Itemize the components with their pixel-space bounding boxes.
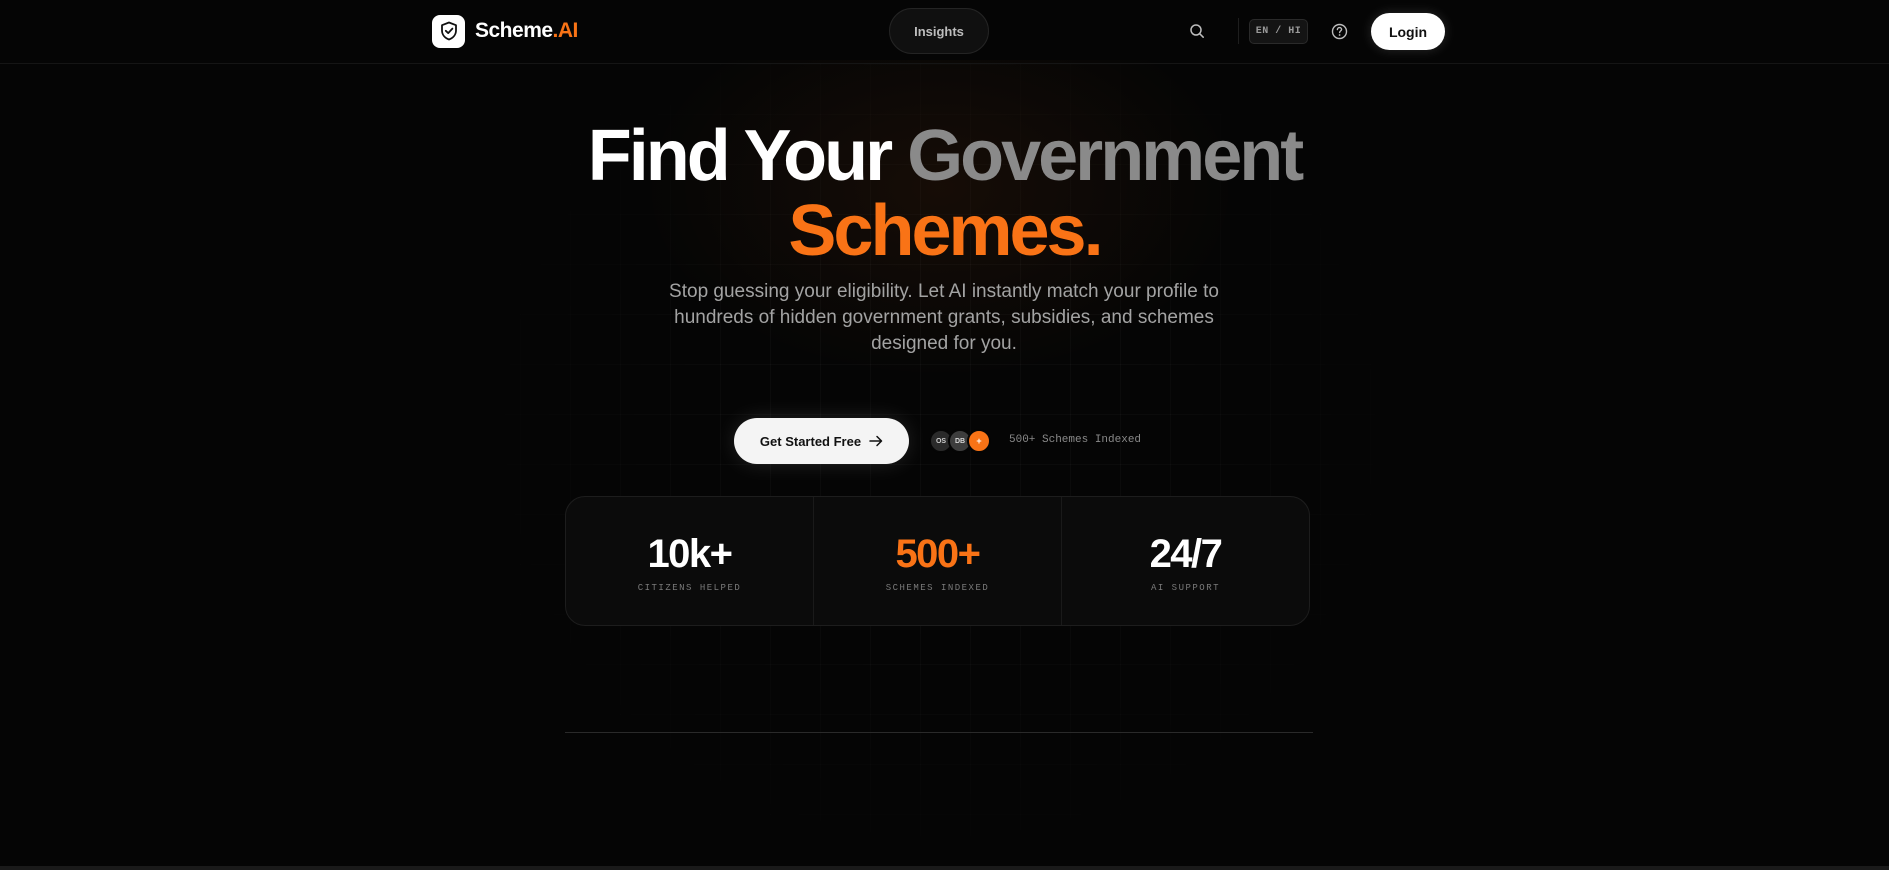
hero-subtitle: Stop guessing your eligibility. Let AI i… — [669, 281, 1219, 354]
stat-value: 10k+ — [647, 532, 733, 576]
schemes-indexed-label: 500+ Schemes Indexed — [1009, 434, 1142, 446]
search-icon — [1190, 24, 1204, 38]
hero-title-part1: Find Your — [587, 116, 908, 196]
avatar-more: + — [967, 429, 991, 453]
section-divider — [565, 732, 1313, 733]
stat-label: AI SUPPORT — [1150, 583, 1220, 593]
arrow-right-icon — [869, 435, 883, 447]
hero-title-part2: Government — [907, 116, 1304, 196]
get-started-label: Get Started Free — [759, 433, 862, 449]
help-circle-icon — [1331, 23, 1347, 39]
get-started-button[interactable]: Get Started Free — [734, 418, 909, 464]
help-button[interactable] — [1328, 20, 1350, 42]
brand-logo[interactable]: Scheme.AI — [432, 14, 578, 48]
brand-name-main: Scheme — [475, 19, 553, 42]
brand-name-suffix: .AI — [552, 19, 579, 42]
nav-insights[interactable]: Insights — [889, 8, 989, 54]
search-button[interactable] — [1186, 20, 1208, 42]
page-bottom-edge — [0, 866, 1889, 870]
page: Scheme.AI Insights EN / HI Login Find Yo… — [0, 0, 1889, 870]
stat-value: 24/7 — [1149, 532, 1223, 576]
hero-title: Find Your Government — [0, 116, 1889, 196]
login-button[interactable]: Login — [1371, 13, 1445, 50]
brand-name: Scheme.AI — [475, 19, 578, 43]
top-navbar: Scheme.AI Insights EN / HI Login — [0, 0, 1889, 64]
stat-ai-support: 24/7 AI SUPPORT — [1061, 497, 1309, 625]
shield-check-icon — [432, 14, 465, 48]
stats-card: 10k+ CITIZENS HELPED 500+ SCHEMES INDEXE… — [565, 496, 1310, 626]
stat-label: CITIZENS HELPED — [637, 583, 742, 593]
stat-citizens-helped: 10k+ CITIZENS HELPED — [566, 497, 813, 625]
avatar-group: OS DB + — [929, 429, 991, 453]
header-divider — [1238, 18, 1239, 44]
stat-schemes-indexed: 500+ SCHEMES INDEXED — [813, 497, 1061, 625]
stat-value: 500+ — [895, 532, 981, 576]
stat-label: SCHEMES INDEXED — [885, 583, 990, 593]
language-toggle[interactable]: EN / HI — [1249, 19, 1308, 44]
hero-title-highlight: Schemes. — [788, 191, 1103, 271]
